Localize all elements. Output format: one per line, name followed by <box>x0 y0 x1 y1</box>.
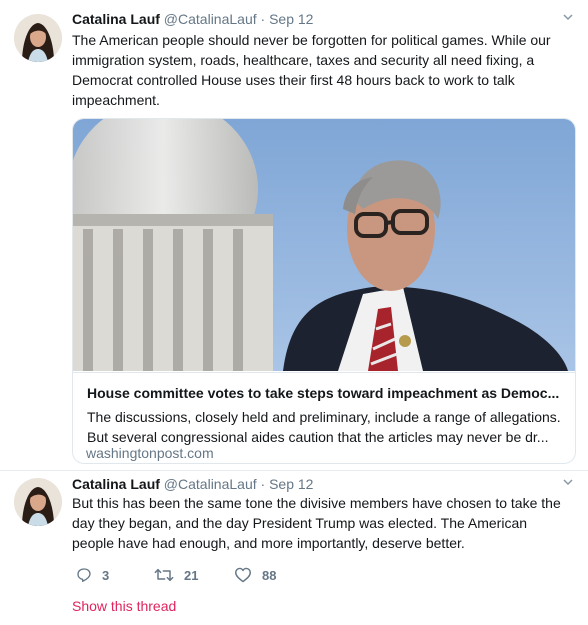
like-button[interactable]: 88 <box>234 565 276 585</box>
separator: · <box>260 476 266 492</box>
retweet-button[interactable]: 21 <box>154 565 198 585</box>
user-name[interactable]: Catalina Lauf <box>72 11 160 27</box>
card-image <box>73 119 575 371</box>
card-description: The discussions, closely held and prelim… <box>87 409 561 445</box>
tweet[interactable]: Catalina Lauf @CatalinaLauf · Sep 12 The… <box>0 0 588 471</box>
tweet-text: But this has been the same tone the divi… <box>72 495 561 551</box>
user-handle[interactable]: @CatalinaLauf <box>164 11 257 27</box>
tweet-date[interactable]: Sep 12 <box>269 11 313 27</box>
tweet-date[interactable]: Sep 12 <box>269 476 313 492</box>
tweet-header: Catalina Lauf @CatalinaLauf · Sep 12 <box>72 475 313 493</box>
retweet-count: 21 <box>184 567 199 583</box>
chevron-down-icon[interactable] <box>562 475 574 487</box>
reply-count: 3 <box>102 567 110 583</box>
reply-icon <box>77 568 91 582</box>
avatar[interactable] <box>14 478 62 526</box>
tweet-text: The American people should never be forg… <box>72 32 551 108</box>
reply-button[interactable]: 3 <box>76 565 109 585</box>
card-domain-label[interactable]: washingtonpost.com <box>86 444 214 462</box>
like-count: 88 <box>262 567 277 583</box>
user-name[interactable]: Catalina Lauf <box>72 476 160 492</box>
tweet[interactable]: Catalina Lauf @CatalinaLauf · Sep 12 But… <box>0 471 588 625</box>
chevron-down-icon[interactable] <box>562 10 574 22</box>
retweet-icon <box>154 568 174 582</box>
heart-icon <box>235 567 251 583</box>
tweet-actions: 3 21 88 <box>72 565 372 585</box>
link-card[interactable]: House committee votes to take steps towa… <box>72 118 576 464</box>
show-thread-link[interactable]: Show this thread <box>72 597 176 615</box>
card-title[interactable]: House committee votes to take steps towa… <box>87 383 565 403</box>
avatar[interactable] <box>14 14 62 62</box>
tweet-header: Catalina Lauf @CatalinaLauf · Sep 12 <box>72 10 313 28</box>
separator: · <box>260 11 266 27</box>
user-handle[interactable]: @CatalinaLauf <box>164 476 257 492</box>
